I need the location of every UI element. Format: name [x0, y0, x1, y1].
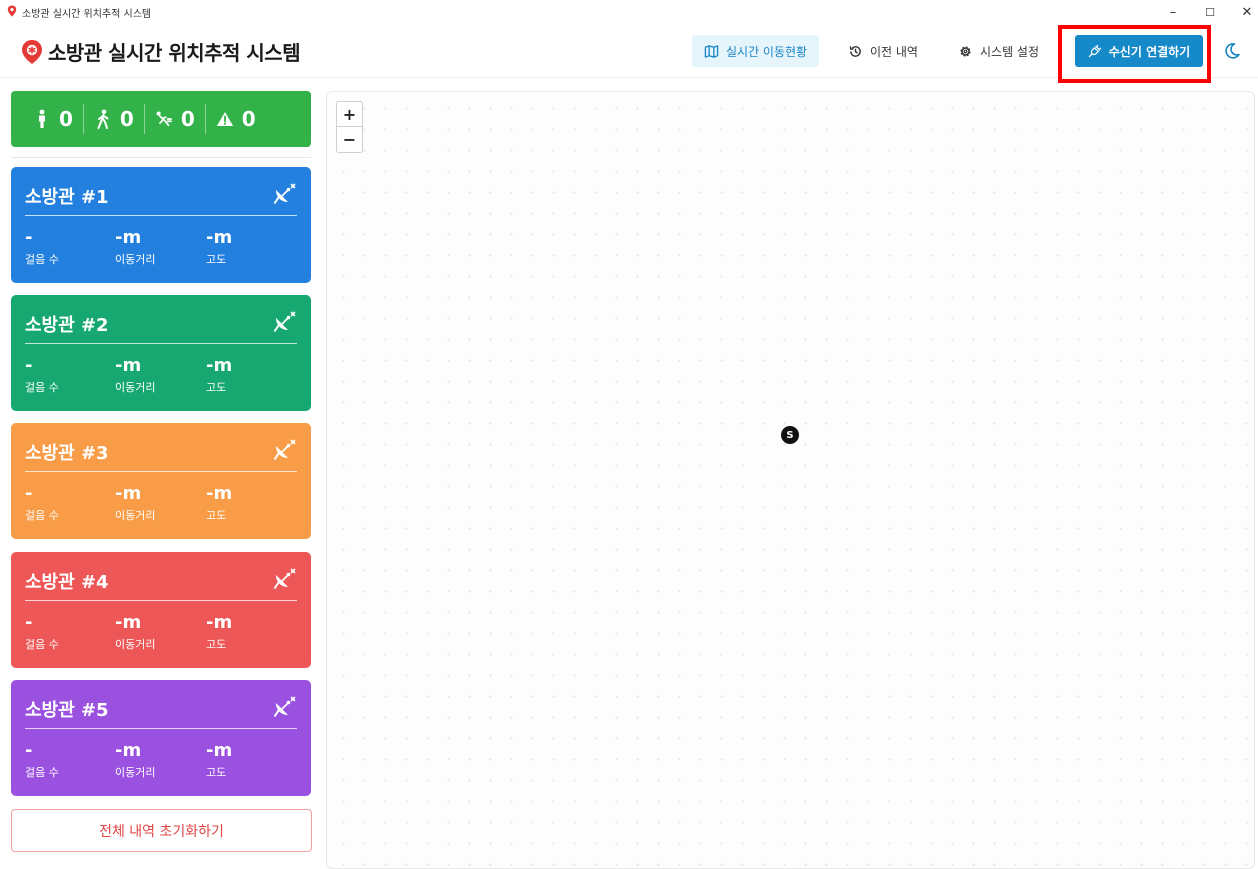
zoom-out-button[interactable]: − [337, 127, 362, 152]
nav-history-label: 이전 내역 [870, 44, 918, 59]
walking-count: 0 [94, 104, 145, 134]
firefighter-card-4[interactable]: 소방관 #4 - -m -m 걸음 수 이동거리 고도 [11, 552, 311, 668]
maximize-button[interactable]: ☐ [1195, 2, 1225, 22]
altitude-label: 고도 [206, 509, 227, 522]
firefighter-card-2[interactable]: 소방관 #2 - -m -m 걸음 수 이동거리 고도 [11, 295, 311, 411]
distance-label: 이동거리 [115, 638, 156, 651]
page-title: 소방관 실시간 위치추적 시스템 [48, 41, 301, 65]
firefighter-name: 소방관 #3 [25, 443, 109, 464]
nav-system-settings[interactable]: 시스템 설정 [946, 35, 1051, 67]
altitude-value: -m [206, 483, 233, 504]
satellite-dish-off-icon [273, 183, 296, 205]
person-falling-icon [156, 111, 172, 127]
distance-value: -m [115, 483, 142, 504]
steps-value: - [25, 612, 33, 633]
firefighter-card-1[interactable]: 소방관 #1 - -m -m 걸음 수 이동거리 고도 [11, 167, 311, 283]
steps-value: - [25, 227, 33, 248]
steps-label: 걸음 수 [25, 766, 59, 779]
firefighter-name: 소방관 #5 [25, 700, 109, 721]
altitude-value: -m [206, 355, 233, 376]
card-divider [25, 215, 297, 216]
highlight-annotation [1058, 25, 1211, 83]
person-standing-icon [39, 109, 45, 128]
window-titlebar: 소방관 실시간 위치추적 시스템 – ☐ ✕ [0, 0, 1258, 24]
start-point-marker[interactable]: S [781, 426, 799, 444]
firefighter-name: 소방관 #1 [25, 187, 109, 208]
card-divider [25, 728, 297, 729]
fallen-count: 0 [155, 104, 206, 134]
firefighter-name: 소방관 #4 [25, 572, 109, 593]
warning-icon [216, 112, 233, 126]
steps-value: - [25, 483, 33, 504]
window-title: 소방관 실시간 위치추적 시스템 [22, 9, 152, 20]
divider [11, 157, 311, 158]
firefighter-card-3[interactable]: 소방관 #3 - -m -m 걸음 수 이동거리 고도 [11, 423, 311, 539]
satellite-dish-off-icon [273, 568, 296, 590]
nav-realtime-tracking[interactable]: 실시간 이동현황 [692, 35, 820, 67]
history-icon [849, 45, 861, 57]
altitude-label: 고도 [206, 253, 227, 266]
zoom-in-button[interactable]: + [337, 102, 362, 127]
altitude-value: -m [206, 612, 233, 633]
card-divider [25, 600, 297, 601]
steps-value: - [25, 740, 33, 761]
satellite-dish-off-icon [273, 311, 296, 333]
map-icon [704, 44, 719, 58]
tracking-map[interactable] [326, 91, 1255, 869]
steps-label: 걸음 수 [25, 638, 59, 651]
altitude-value: -m [206, 740, 233, 761]
person-walking-icon [97, 109, 109, 129]
card-divider [25, 471, 297, 472]
close-button[interactable]: ✕ [1232, 2, 1258, 22]
moon-icon[interactable] [1222, 41, 1242, 61]
altitude-label: 고도 [206, 381, 227, 394]
distance-label: 이동거리 [115, 253, 156, 266]
alert-count: 0 [216, 104, 266, 134]
distance-value: -m [115, 740, 142, 761]
minimize-button[interactable]: – [1158, 2, 1188, 22]
distance-value: -m [115, 355, 142, 376]
steps-label: 걸음 수 [25, 381, 59, 394]
distance-value: -m [115, 612, 142, 633]
firefighter-name: 소방관 #2 [25, 315, 109, 336]
status-summary-bar: 0 0 0 0 [11, 91, 311, 147]
distance-value: -m [115, 227, 142, 248]
zoom-control: + − [336, 101, 363, 153]
steps-label: 걸음 수 [25, 253, 59, 266]
card-divider [25, 343, 297, 344]
fire-logo-icon [22, 40, 42, 64]
distance-label: 이동거리 [115, 381, 156, 394]
altitude-label: 고도 [206, 766, 227, 779]
nav-history[interactable]: 이전 내역 [836, 35, 930, 67]
altitude-label: 고도 [206, 638, 227, 651]
firefighter-card-5[interactable]: 소방관 #5 - -m -m 걸음 수 이동거리 고도 [11, 680, 311, 796]
location-pin-icon [7, 5, 17, 17]
reset-history-button[interactable]: 전체 내역 초기화하기 [11, 809, 312, 852]
steps-value: - [25, 355, 33, 376]
steps-label: 걸음 수 [25, 509, 59, 522]
nav-realtime-label: 실시간 이동현황 [726, 44, 808, 59]
satellite-dish-off-icon [273, 696, 296, 718]
standing-count: 0 [33, 104, 84, 134]
altitude-value: -m [206, 227, 233, 248]
distance-label: 이동거리 [115, 509, 156, 522]
satellite-dish-off-icon [273, 439, 296, 461]
gear-icon [960, 45, 971, 57]
nav-settings-label: 시스템 설정 [980, 44, 1040, 59]
distance-label: 이동거리 [115, 766, 156, 779]
